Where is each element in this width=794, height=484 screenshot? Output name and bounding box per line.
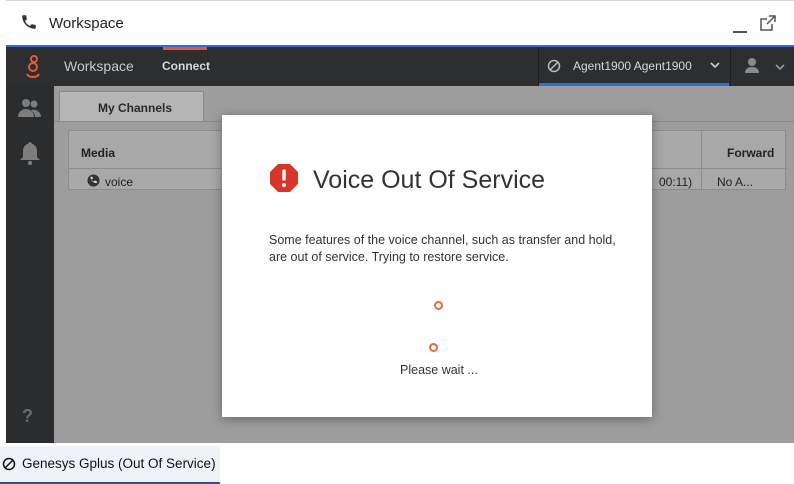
voice-out-of-service-dialog: Voice Out Of Service Some features of th… bbox=[222, 115, 652, 417]
popout-icon[interactable] bbox=[760, 15, 776, 31]
voice-channel-icon bbox=[87, 174, 100, 187]
sidebar: ? bbox=[6, 86, 54, 443]
loading-spinner-dot bbox=[434, 301, 443, 310]
chevron-down-icon bbox=[710, 62, 720, 69]
connect-active-indicator bbox=[163, 47, 207, 50]
chevron-down-icon bbox=[775, 64, 785, 71]
tab-my-channels[interactable]: My Channels bbox=[59, 91, 204, 122]
top-navigation: Workspace Connect Agent1900 Agent1900 bbox=[6, 47, 794, 86]
column-header-forward[interactable]: Forward bbox=[727, 146, 774, 160]
column-divider bbox=[701, 131, 702, 191]
tab-label: My Channels bbox=[98, 101, 173, 115]
nav-connect[interactable]: Connect bbox=[162, 59, 210, 73]
help-icon[interactable]: ? bbox=[22, 406, 33, 427]
out-of-service-icon bbox=[547, 59, 561, 73]
notification-bell-icon[interactable] bbox=[17, 140, 43, 166]
agent-status-dropdown[interactable]: Agent1900 Agent1900 bbox=[538, 47, 730, 86]
dialog-title: Voice Out Of Service bbox=[313, 166, 546, 194]
dialog-message: Some features of the voice channel, such… bbox=[269, 233, 616, 264]
loading-spinner-dot bbox=[429, 343, 438, 352]
voice-channel-label: voice bbox=[105, 175, 134, 189]
out-of-service-icon bbox=[2, 457, 16, 471]
root: Workspace Workspace Connect Agent1900 Ag… bbox=[0, 0, 794, 484]
minimize-icon[interactable] bbox=[732, 19, 748, 33]
error-icon bbox=[270, 164, 298, 192]
genesys-logo-icon bbox=[26, 55, 40, 78]
status-bar-item[interactable]: Genesys Gplus (Out Of Service) bbox=[0, 446, 220, 484]
contacts-icon[interactable] bbox=[17, 95, 43, 121]
agent-name: Agent1900 Agent1900 bbox=[573, 59, 692, 73]
status-bar-label: Genesys Gplus (Out Of Service) bbox=[22, 456, 216, 471]
please-wait-label: Please wait ... bbox=[400, 363, 478, 377]
window-title-bar: Workspace bbox=[6, 0, 794, 45]
user-avatar-icon bbox=[745, 58, 759, 73]
phone-icon bbox=[22, 15, 36, 29]
window-title: Workspace bbox=[49, 15, 124, 32]
nav-workspace[interactable]: Workspace bbox=[64, 58, 134, 74]
voice-channel-duration: 00:11) bbox=[659, 175, 693, 189]
user-menu[interactable] bbox=[730, 47, 794, 86]
column-header-media[interactable]: Media bbox=[81, 146, 115, 160]
voice-channel-forward: No A... bbox=[717, 175, 754, 189]
